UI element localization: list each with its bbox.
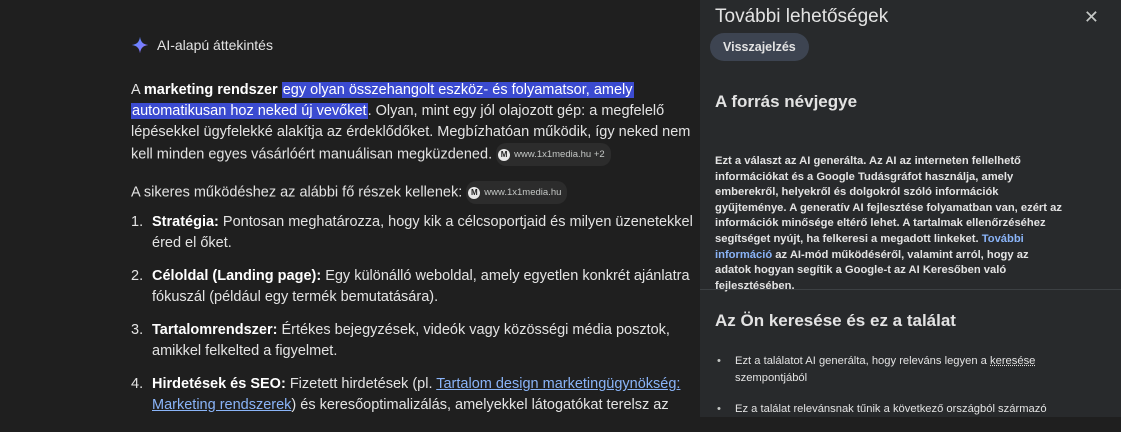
list-item: 2. Céloldal (Landing page): Egy különálló…	[131, 268, 690, 305]
source-chip[interactable]: Mwww.1x1media.hu +2	[496, 143, 611, 166]
components-list: 1. Stratégia: Pontosan meghatározza, hogy…	[131, 212, 696, 428]
divider	[700, 289, 1121, 290]
source-chip[interactable]: Mwww.1x1media.hu	[466, 181, 568, 204]
ai-overview-column: AI-alapú áttekintés A marketing rendszer…	[0, 0, 700, 417]
highlighted-text: egy olyan összehangolt eszköz- és folyam…	[281, 82, 634, 98]
feedback-button[interactable]: Visszajelzés	[710, 33, 809, 61]
search-result-list: Ezt a találatot AI generálta, hogy relev…	[715, 353, 1085, 432]
highlighted-text: automatikusan hoz neked új vevőket	[131, 103, 368, 119]
list-item: Ez a találat relevánsnak tűnik a követke…	[715, 401, 1085, 418]
site-favicon-icon: M	[498, 148, 511, 161]
about-source-text: Ezt a választ az AI generálta. Az AI az …	[715, 155, 1062, 292]
ai-overview-title: AI-alapú áttekintés	[157, 37, 273, 53]
sparkle-icon	[131, 36, 149, 54]
close-icon[interactable]: ✕	[1084, 7, 1099, 28]
overview-paragraph-2: A sikeres működéshez az alábbi fő részek…	[131, 181, 691, 204]
overview-paragraph: A marketing rendszer egy olyan összehang…	[131, 80, 691, 166]
list-item: 4. Hirdetések és SEO: Fizetett hirdetések…	[131, 376, 681, 413]
search-result-heading: Az Ön keresése és ez a találat	[715, 311, 956, 330]
search-term-link[interactable]: keresése	[990, 355, 1035, 367]
list-item: 1. Stratégia: Pontosan meghatározza, hogy…	[131, 214, 693, 251]
panel-title: További lehetőségek	[715, 6, 889, 27]
list-item: Ezt a találatot AI generálta, hogy relev…	[715, 353, 1085, 387]
more-options-panel: További lehetőségek ✕ Visszajelzés A for…	[700, 0, 1121, 418]
about-source-heading: A forrás névjegye	[715, 92, 858, 111]
ai-overview-header: AI-alapú áttekintés	[131, 36, 273, 54]
list-item: 3. Tartalomrendszer: Értékes bejegyzések,…	[131, 322, 670, 359]
site-favicon-icon: M	[468, 186, 481, 199]
